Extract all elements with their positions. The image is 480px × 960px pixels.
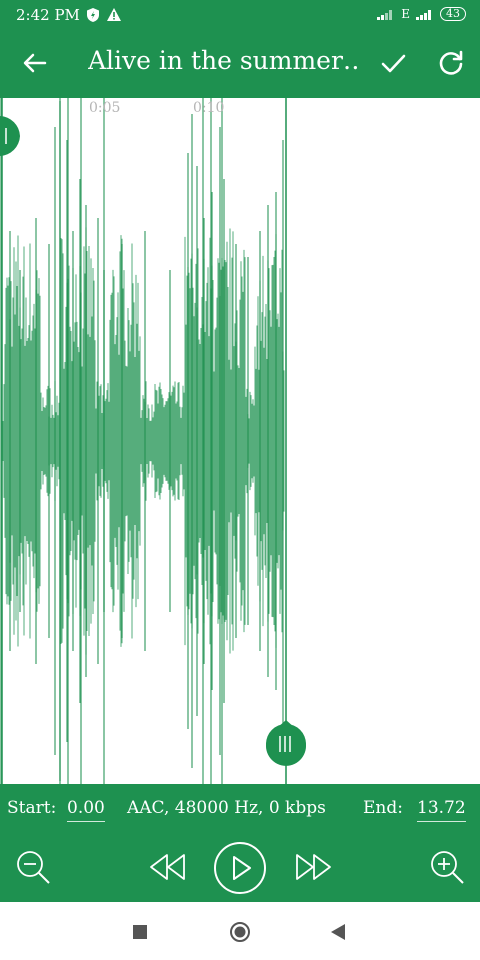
start-handle[interactable] <box>0 116 20 156</box>
network-type: E <box>401 7 410 21</box>
page-title: Alive in the summer… <box>88 46 358 75</box>
bottom-bar: Start: 0.00 AAC, 48000 Hz, 0 kbps End: 1… <box>0 784 480 902</box>
status-time: 2:42 PM <box>16 6 80 24</box>
zoom-out-icon[interactable] <box>14 848 52 886</box>
shield-icon <box>87 8 99 22</box>
check-icon[interactable] <box>378 48 408 78</box>
refresh-icon[interactable] <box>436 47 466 77</box>
back-triangle-icon[interactable] <box>329 923 347 941</box>
waveform-area[interactable]: 0:05 0:10 <box>0 98 480 784</box>
signal-icon <box>377 10 393 20</box>
waveform[interactable] <box>0 98 480 784</box>
app-bar: Alive in the summer… <box>0 30 480 98</box>
system-nav-bar <box>0 902 480 960</box>
start-time-field[interactable]: 0.00 <box>67 798 105 822</box>
play-icon[interactable] <box>213 841 267 895</box>
start-label: Start: <box>7 798 57 818</box>
back-arrow-icon[interactable] <box>20 48 50 78</box>
warning-icon <box>107 8 121 21</box>
signal-icon <box>416 10 431 20</box>
end-handle[interactable] <box>266 720 306 766</box>
fast-forward-icon[interactable] <box>293 852 333 882</box>
rewind-icon[interactable] <box>148 852 188 882</box>
end-label: End: <box>363 798 403 818</box>
stop-icon[interactable] <box>132 924 148 940</box>
timeline-tick: 0:10 <box>193 100 225 116</box>
home-icon[interactable] <box>229 921 251 943</box>
status-bar: 2:42 PM E 43 <box>0 0 480 30</box>
battery-icon: 43 <box>440 7 466 21</box>
timeline-tick: 0:05 <box>89 100 121 116</box>
end-time-field[interactable]: 13.72 <box>417 798 466 822</box>
audio-info: AAC, 48000 Hz, 0 kbps <box>127 798 326 818</box>
zoom-in-icon[interactable] <box>428 848 466 886</box>
